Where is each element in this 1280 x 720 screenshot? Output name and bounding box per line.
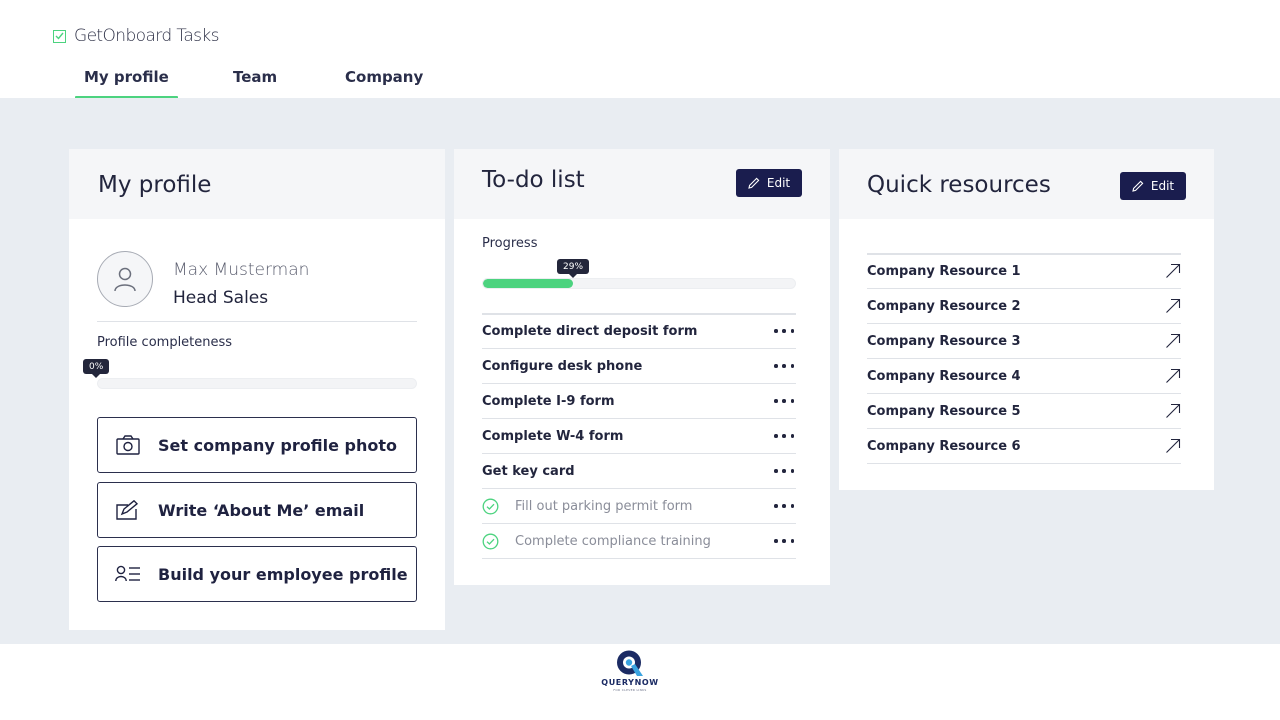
- profile-divider: [97, 321, 417, 322]
- todo-item[interactable]: Complete W-4 form: [482, 419, 796, 454]
- querynow-q-icon: [617, 650, 643, 676]
- todo-card-header: To-do list Edit: [454, 149, 830, 219]
- resource-link[interactable]: Company Resource 2: [867, 289, 1181, 324]
- todo-edit-button[interactable]: Edit: [736, 169, 802, 197]
- resource-link[interactable]: Company Resource 6: [867, 429, 1181, 464]
- check-circle-icon[interactable]: [482, 533, 500, 550]
- more-options-icon[interactable]: [774, 364, 794, 368]
- todo-item-completed[interactable]: Complete compliance training: [482, 524, 796, 559]
- profile-card-title: My profile: [98, 172, 212, 198]
- external-link-arrow-icon: [1166, 403, 1181, 418]
- resources-edit-label: Edit: [1150, 179, 1175, 193]
- more-options-icon[interactable]: [774, 399, 794, 403]
- checkbox-logo-icon: [53, 29, 66, 43]
- profile-list-icon: [115, 565, 141, 583]
- logo-tagline: FOR CLEVER LINKS: [613, 688, 647, 692]
- profile-completeness-badge: 0%: [83, 359, 110, 378]
- user-icon: [114, 267, 136, 292]
- resource-link-label: Company Resource 3: [867, 333, 1021, 349]
- profile-card: My profile Max Musterman Head Sales Prof…: [69, 149, 445, 630]
- resource-link[interactable]: Company Resource 4: [867, 359, 1181, 394]
- todo-card: To-do list Edit Progress 29% Complete di…: [454, 149, 830, 585]
- resources-card: Quick resources Edit Company Resource 1 …: [839, 149, 1214, 490]
- todo-item[interactable]: Get key card: [482, 454, 796, 489]
- external-link-arrow-icon: [1166, 368, 1181, 383]
- external-link-arrow-icon: [1166, 438, 1181, 453]
- todo-item-label: Complete compliance training: [515, 533, 711, 549]
- pencil-icon: [748, 177, 760, 189]
- external-link-arrow-icon: [1166, 333, 1181, 348]
- progress-label: Progress: [482, 236, 538, 251]
- camera-icon: [115, 435, 141, 455]
- resource-link-label: Company Resource 1: [867, 263, 1021, 279]
- more-options-icon[interactable]: [774, 434, 794, 438]
- querynow-logo: QUERYNOW FOR CLEVER LINKS: [600, 650, 660, 696]
- pencil-icon: [1132, 180, 1144, 192]
- todo-item[interactable]: Configure desk phone: [482, 349, 796, 384]
- progress-badge: 29%: [557, 259, 590, 278]
- todo-item[interactable]: Complete I-9 form: [482, 384, 796, 419]
- avatar[interactable]: [97, 251, 153, 307]
- profile-completeness-label: Profile completeness: [97, 335, 233, 350]
- more-options-icon[interactable]: [774, 539, 794, 543]
- todo-edit-label: Edit: [766, 176, 791, 190]
- build-employee-profile-label: Build your employee profile: [158, 564, 408, 584]
- edit-note-icon: [115, 500, 141, 520]
- todo-item-label: Fill out parking permit form: [515, 498, 693, 514]
- external-link-arrow-icon: [1166, 263, 1181, 278]
- resource-link[interactable]: Company Resource 1: [867, 254, 1181, 289]
- todo-item-label: Get key card: [482, 463, 575, 479]
- resource-link[interactable]: Company Resource 5: [867, 394, 1181, 429]
- write-about-me-button[interactable]: Write ‘About Me’ email: [97, 482, 417, 538]
- more-options-icon[interactable]: [774, 504, 794, 508]
- tab-team[interactable]: Team: [233, 68, 277, 86]
- resources-card-title: Quick resources: [867, 172, 1051, 198]
- resource-link[interactable]: Company Resource 3: [867, 324, 1181, 359]
- todo-item-completed[interactable]: Fill out parking permit form: [482, 489, 796, 524]
- resource-link-label: Company Resource 4: [867, 368, 1021, 384]
- tab-my-profile[interactable]: My profile: [75, 68, 178, 100]
- build-employee-profile-button[interactable]: Build your employee profile: [97, 546, 417, 602]
- todo-item-label: Complete I-9 form: [482, 393, 615, 409]
- more-options-icon[interactable]: [774, 469, 794, 473]
- profile-role: Head Sales: [173, 288, 269, 308]
- check-circle-icon[interactable]: [482, 498, 500, 515]
- todo-card-title: To-do list: [482, 167, 585, 193]
- more-options-icon[interactable]: [774, 329, 794, 333]
- resources-card-header: Quick resources Edit: [839, 149, 1214, 219]
- set-profile-photo-button[interactable]: Set company profile photo: [97, 417, 417, 473]
- profile-card-header: My profile: [69, 149, 445, 219]
- write-about-me-label: Write ‘About Me’ email: [158, 500, 365, 520]
- profile-name: Max Musterman: [173, 260, 310, 280]
- profile-completeness-bar: [97, 378, 417, 389]
- brand-logo[interactable]: GetOnboard Tasks: [53, 26, 220, 46]
- todo-item-label: Complete W-4 form: [482, 428, 624, 444]
- todo-item-label: Complete direct deposit form: [482, 323, 698, 339]
- app-name: GetOnboard Tasks: [74, 26, 220, 46]
- todo-item-label: Configure desk phone: [482, 358, 643, 374]
- dashboard-area: My profile Max Musterman Head Sales Prof…: [0, 98, 1280, 644]
- progress-fill: [483, 279, 574, 288]
- tab-company[interactable]: Company: [345, 68, 423, 86]
- resource-link-label: Company Resource 6: [867, 438, 1021, 454]
- resource-link-label: Company Resource 2: [867, 298, 1021, 314]
- logo-text: QUERYNOW: [601, 678, 659, 687]
- todo-item[interactable]: Complete direct deposit form: [482, 314, 796, 349]
- app-header: GetOnboard Tasks My profile Team Company: [0, 0, 1280, 100]
- set-profile-photo-label: Set company profile photo: [158, 435, 397, 455]
- resource-link-label: Company Resource 5: [867, 403, 1021, 419]
- resources-edit-button[interactable]: Edit: [1120, 172, 1186, 200]
- external-link-arrow-icon: [1166, 298, 1181, 313]
- progress-bar: [482, 278, 796, 289]
